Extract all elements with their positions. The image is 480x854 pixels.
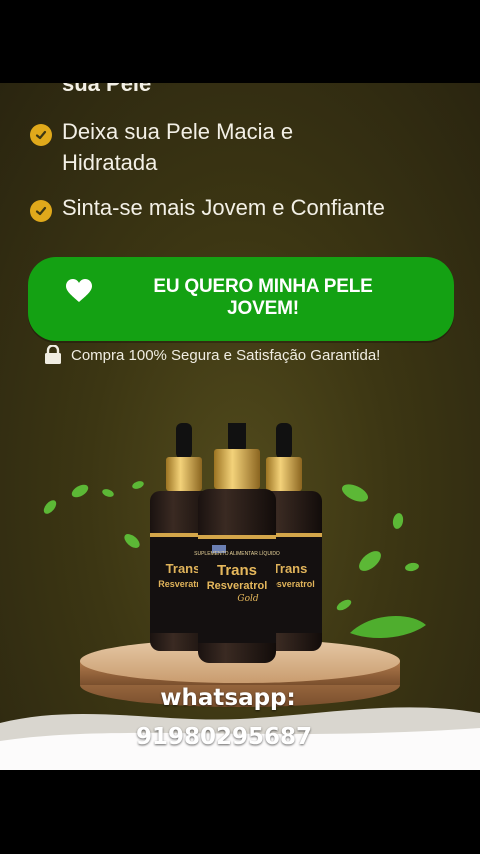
landing-content: sua Pele Deixa sua Pele Macia e Hidratada… xyxy=(0,83,480,770)
product-image: Trans Resveratrol Trans Resveratrol SUPL… xyxy=(0,423,480,770)
svg-text:Trans: Trans xyxy=(166,561,201,576)
lock-icon xyxy=(45,345,61,364)
svg-text:Resveratrol: Resveratrol xyxy=(207,580,268,592)
benefit-label: Sinta-se mais Jovem e Confiante xyxy=(62,195,385,220)
partial-benefit-text: sua Pele xyxy=(62,83,152,96)
bottom-black-bar xyxy=(0,770,480,854)
svg-text:Gold: Gold xyxy=(237,594,258,604)
whatsapp-label: whatsapp: xyxy=(160,685,296,711)
svg-text:Trans: Trans xyxy=(273,561,308,576)
benefit-item: Sinta-se mais Jovem e Confiante xyxy=(30,192,452,223)
benefit-label: Deixa sua Pele Macia e Hidratada xyxy=(62,119,294,175)
heart-icon xyxy=(66,279,92,302)
svg-text:SUPLEMENTO ALIMENTAR LÍQUIDO: SUPLEMENTO ALIMENTAR LÍQUIDO xyxy=(194,550,280,557)
secure-purchase-note: Compra 100% Segura e Satisfação Garantid… xyxy=(44,345,380,365)
svg-text:Trans: Trans xyxy=(217,562,257,579)
cta-label: EU QUERO MINHA PELE JOVEM! xyxy=(153,276,373,319)
top-black-bar xyxy=(0,0,480,83)
buy-cta-button[interactable]: EU QUERO MINHA PELE JOVEM! xyxy=(28,257,454,341)
benefit-item: Deixa sua Pele Macia e Hidratada xyxy=(30,116,452,178)
secure-text: Compra 100% Segura e Satisfação Garantid… xyxy=(71,346,381,364)
check-icon xyxy=(30,200,52,222)
whatsapp-number[interactable]: 91980295687 xyxy=(0,724,464,750)
check-icon xyxy=(30,124,52,146)
